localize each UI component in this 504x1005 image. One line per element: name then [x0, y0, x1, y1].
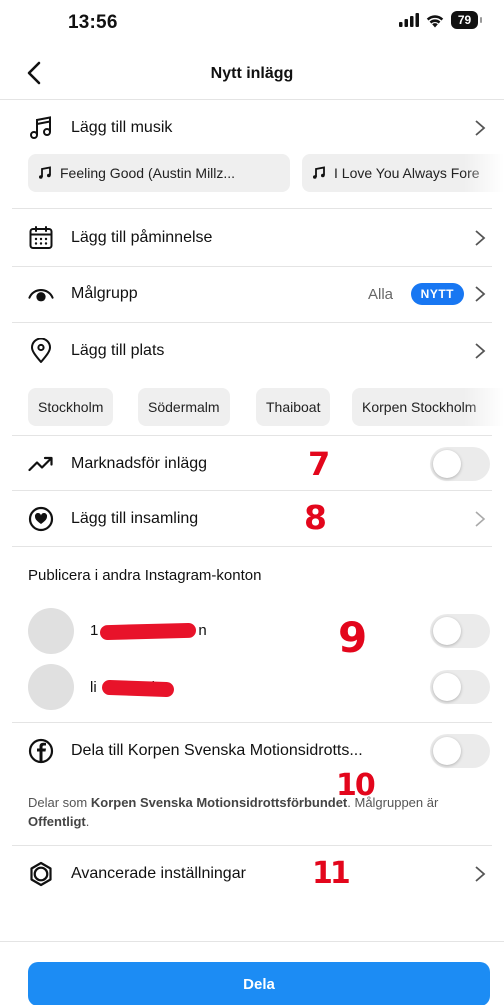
top-navigation-bar: Nytt inlägg — [0, 48, 504, 100]
scroll-fade — [464, 154, 504, 194]
music-chip[interactable]: Feeling Good (Austin Millz... — [28, 154, 290, 192]
redaction-mark — [101, 679, 175, 698]
account-name-prefix: 1 — [90, 622, 99, 639]
share-to-facebook-row[interactable]: Dela till Korpen Svenska Motionsidrotts.… — [0, 723, 504, 779]
add-fundraiser-label: Lägg till insamling — [71, 510, 199, 527]
note-prefix: Delar som — [28, 795, 91, 810]
audience-label: Målgrupp — [71, 285, 138, 302]
facebook-toggle[interactable] — [430, 734, 490, 768]
chevron-right-icon — [475, 866, 486, 882]
music-note-icon — [28, 115, 54, 141]
new-badge: NYTT — [410, 283, 464, 305]
promote-post-label: Marknadsför inlägg — [71, 455, 208, 472]
advanced-settings-label: Avancerade inställningar — [71, 865, 246, 882]
audience-value: Alla — [367, 285, 393, 303]
chevron-right-icon — [475, 511, 486, 527]
chevron-right-icon — [475, 343, 486, 359]
avatar — [28, 608, 74, 654]
other-accounts-title: Publicera i andra Instagram-konton — [28, 567, 262, 584]
facebook-share-note: Delar som Korpen Svenska Motionsidrottsf… — [28, 793, 478, 831]
music-chip-label: Feeling Good (Austin Millz... — [60, 165, 236, 181]
account-toggle[interactable] — [430, 670, 490, 704]
scroll-fade — [464, 388, 504, 428]
music-suggestions: Feeling Good (Austin Millz... I Love You… — [0, 154, 504, 194]
music-note-small-icon — [38, 166, 52, 180]
bottom-divider — [0, 941, 504, 942]
location-suggestions: Stockholm Södermalm Thaiboat Korpen Stoc… — [0, 388, 504, 428]
promote-toggle[interactable] — [430, 447, 490, 481]
note-end: . — [85, 814, 90, 829]
page-title: Nytt inlägg — [210, 65, 294, 82]
divider — [12, 546, 492, 547]
advanced-settings-row[interactable]: Avancerade inställningar — [0, 846, 504, 902]
music-chip-label: I Love You Always Fore — [334, 165, 480, 181]
cellular-signal-icon — [399, 13, 419, 27]
promote-post-row[interactable]: Marknadsför inlägg — [0, 436, 504, 492]
annotation-number: 7 — [308, 445, 331, 483]
location-chip[interactable]: Thaiboat — [256, 388, 331, 426]
battery-icon: 79 — [451, 11, 482, 29]
redaction-mark — [99, 622, 197, 641]
settings-gear-icon — [28, 861, 54, 887]
avatar — [28, 664, 74, 710]
location-chip[interactable]: Södermalm — [138, 388, 230, 426]
note-page-name: Korpen Svenska Motionsidrottsförbundet — [90, 795, 348, 810]
annotation-number: 10 — [336, 768, 376, 803]
fundraiser-heart-icon — [28, 506, 54, 532]
facebook-icon — [28, 738, 54, 764]
location-pin-icon — [28, 338, 54, 364]
account-toggle[interactable] — [430, 614, 490, 648]
wifi-icon — [426, 14, 444, 27]
share-to-facebook-label: Dela till Korpen Svenska Motionsidrotts.… — [71, 742, 363, 759]
annotation-number: 11 — [312, 856, 351, 891]
chevron-right-icon — [475, 286, 486, 302]
calendar-icon — [28, 225, 54, 251]
add-reminder-row[interactable]: Lägg till påminnelse — [0, 210, 504, 266]
music-note-small-icon — [312, 166, 326, 180]
add-location-label: Lägg till plats — [71, 342, 165, 359]
annotation-number: 9 — [338, 613, 368, 662]
toggle-knob — [433, 450, 461, 478]
note-audience: Offentligt — [28, 814, 86, 829]
audience-row[interactable]: Målgrupp Alla NYTT — [0, 266, 504, 322]
toggle-knob — [433, 617, 461, 645]
add-music-row[interactable]: Lägg till musik — [0, 100, 504, 156]
add-fundraiser-row[interactable]: Lägg till insamling — [0, 491, 504, 547]
add-music-label: Lägg till musik — [71, 119, 173, 136]
add-location-row[interactable]: Lägg till plats — [0, 323, 504, 379]
divider — [12, 208, 492, 209]
annotation-number: 8 — [304, 498, 327, 537]
location-chip[interactable]: Stockholm — [28, 388, 114, 426]
chevron-right-icon — [475, 120, 486, 136]
add-reminder-label: Lägg till påminnelse — [71, 229, 213, 246]
status-icons: 79 — [399, 11, 482, 29]
chevron-right-icon — [475, 230, 486, 246]
toggle-knob — [433, 737, 461, 765]
account-name-suffix: n — [198, 622, 207, 639]
toggle-knob — [433, 673, 461, 701]
status-bar: 13:56 79 — [0, 0, 504, 46]
trending-up-icon — [28, 451, 54, 477]
account-name-prefix: li — [90, 679, 97, 696]
share-button[interactable]: Dela — [28, 962, 490, 1005]
eye-icon — [28, 281, 54, 307]
status-time: 13:56 — [68, 12, 118, 33]
